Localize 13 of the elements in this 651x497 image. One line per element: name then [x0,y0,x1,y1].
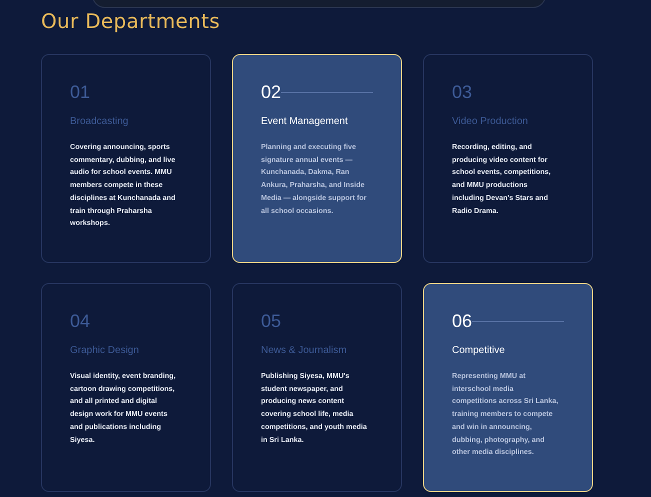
card-number: 03 [452,82,472,102]
card-number: 06 [452,310,472,332]
card-title: Video Production [452,116,529,127]
card-title: Graphic Design [70,345,140,356]
card-number: 01 [70,82,90,102]
card-number: 05 [261,310,282,332]
card-title: Competitive [452,345,506,356]
card-number: 02 [261,82,282,102]
card-title: News & Journalism [261,345,348,356]
card-title: Broadcasting [70,116,130,127]
card-title: Event Management [261,116,349,127]
card-number: 04 [70,310,90,332]
section-heading: Our Departments [41,9,220,35]
